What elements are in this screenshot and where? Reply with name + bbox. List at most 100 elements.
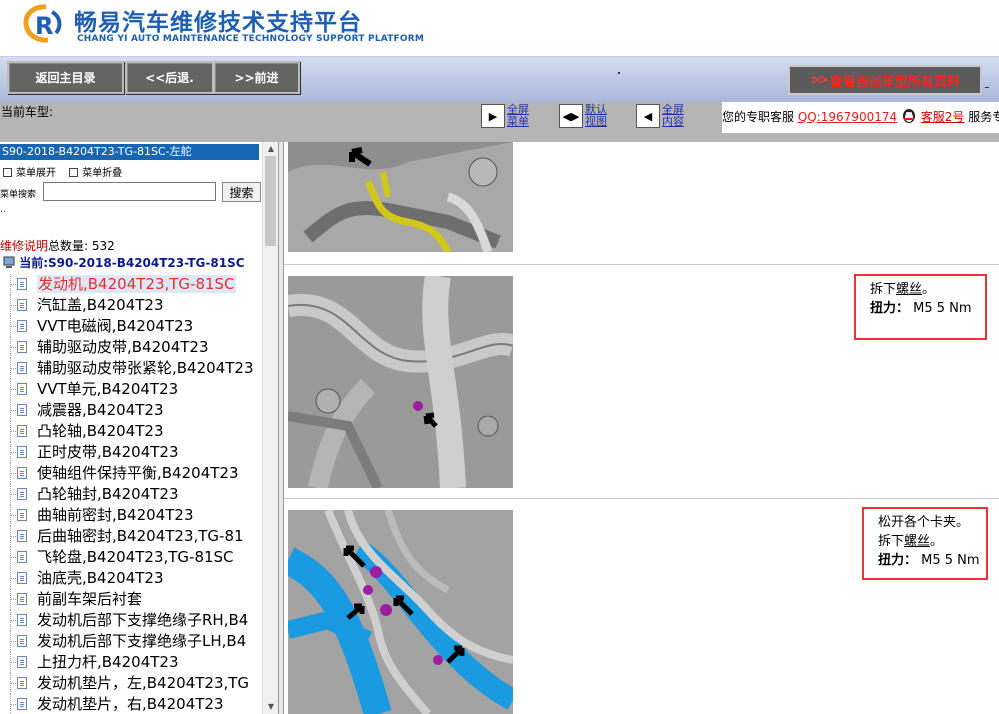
document-icon xyxy=(17,383,27,395)
nav-toolbar: 返回主目录 <<后退. >>前进 >> 查看当前车型所有资料 xyxy=(0,56,999,103)
tree-item-label: 飞轮盘,B4204T23,TG-81SC xyxy=(37,548,234,566)
search-button[interactable]: 搜索 xyxy=(222,182,261,202)
menu-expand-link[interactable]: 菜单展开 xyxy=(16,168,56,179)
home-button[interactable]: 返回主目录 xyxy=(7,61,124,94)
step2-screw-link[interactable]: 螺丝 xyxy=(896,282,922,297)
tree-item[interactable]: 减震器,B4204T23 xyxy=(0,400,262,421)
step2-note: 拆下螺丝。 扭力： M5 5 Nm xyxy=(854,274,987,340)
tree-item[interactable]: 辅助驱动皮带,B4204T23 xyxy=(0,337,262,358)
back-button[interactable]: <<后退. xyxy=(125,61,214,94)
site-subtitle: CHANG YI AUTO MAINTENANCE TECHNOLOGY SUP… xyxy=(77,34,425,44)
view-all-info-label: 查看当前车型所有资料 xyxy=(829,74,960,90)
tree-item[interactable]: 曲轴前密封,B4204T23 xyxy=(0,505,262,526)
tree-item[interactable]: 凸轮轴封,B4204T23 xyxy=(0,484,262,505)
fullscreen-menu-label-2: 菜单 xyxy=(507,115,529,128)
tree-item[interactable]: 前副车架后衬套 xyxy=(0,589,262,610)
fullscreen-content-icon: ◀ xyxy=(636,104,660,128)
fullscreen-content-button[interactable]: ◀ 全屏 内容 xyxy=(636,104,684,132)
count-row: 维修说明总数量: 532 xyxy=(0,237,115,254)
tree-item[interactable]: VVT电磁阀,B4204T23 xyxy=(0,316,262,337)
menu-collapse-link[interactable]: 菜单折叠 xyxy=(82,168,122,179)
document-icon xyxy=(17,299,27,311)
scroll-down-icon[interactable]: ▼ xyxy=(263,700,279,714)
search-input[interactable] xyxy=(43,182,216,201)
dots: .. xyxy=(0,204,7,215)
current-node[interactable]: 当前:S90-2018-B4204T23-TG-81SC xyxy=(3,254,245,271)
tree-item-label: 后曲轴密封,B4204T23,TG-81 xyxy=(37,527,244,545)
tree-item[interactable]: 正时皮带,B4204T23 xyxy=(0,442,262,463)
tree-item[interactable]: 后曲轴密封,B4204T23,TG-81 xyxy=(0,526,262,547)
tree-item-label: 凸轮轴封,B4204T23 xyxy=(37,485,179,503)
tree-item[interactable]: 发动机,B4204T23,TG-81SC xyxy=(0,274,262,295)
tree-item[interactable]: 辅助驱动皮带张紧轮,B4204T23 xyxy=(0,358,262,379)
document-icon xyxy=(17,446,27,458)
tree-item[interactable]: 油底壳,B4204T23 xyxy=(0,568,262,589)
document-icon xyxy=(17,530,27,542)
document-icon xyxy=(17,362,27,374)
service-kf-link[interactable]: 客服2号 xyxy=(921,110,965,124)
tree-item[interactable]: 凸轮轴,B4204T23 xyxy=(0,421,262,442)
tree-item-label: 前副车架后衬套 xyxy=(37,590,143,608)
step3-remove-text: 拆下 xyxy=(878,534,905,549)
fullscreen-menu-icon: ▶ xyxy=(481,104,505,128)
step3-loosen-clips-text: 松开各个卡夹。 xyxy=(878,515,970,530)
service-qq-link[interactable]: QQ:1967900174 xyxy=(798,110,897,124)
tree-item[interactable]: 汽缸盖,B4204T23 xyxy=(0,295,262,316)
service-suffix: 服务专 xyxy=(968,110,999,124)
step3-torque-value: M5 5 Nm xyxy=(921,553,980,568)
car-bar: 当前车型: ▶ 全屏 菜单 ◀▶ 默认 视图 ◀ 全屏 内容 您的专职客服 QQ:19… xyxy=(0,102,999,142)
tree-item[interactable]: 发动机垫片，右,B4204T23 xyxy=(0,694,262,714)
document-icon xyxy=(17,551,27,563)
tree-item[interactable]: 发动机垫片，左,B4204T23,TG xyxy=(0,673,262,694)
document-icon xyxy=(17,656,27,668)
current-car-label: 当前车型: xyxy=(1,105,54,119)
tree-item[interactable]: 飞轮盘,B4204T23,TG-81SC xyxy=(0,547,262,568)
tree-item-label: 使轴组件保持平衡,B4204T23 xyxy=(37,464,239,482)
collapse-checkbox-icon[interactable] xyxy=(69,168,79,177)
scroll-thumb[interactable] xyxy=(265,156,276,246)
repair-tree: 发动机,B4204T23,TG-81SC 汽缸盖,B4204T23 VVT电磁阀,B… xyxy=(0,274,262,714)
document-icon xyxy=(17,593,27,605)
step2-torque-label: 扭力： xyxy=(870,301,910,316)
document-icon xyxy=(17,467,27,479)
tree-item[interactable]: 上扭力杆,B4204T23 xyxy=(0,652,262,673)
tree-item-label: 汽缸盖,B4204T23 xyxy=(37,296,164,314)
step2-torque-value: M5 5 Nm xyxy=(913,301,972,316)
tree-item-label: 正时皮带,B4204T23 xyxy=(37,443,179,461)
current-value: S90-2018-B4204T23-TG-81SC xyxy=(48,256,245,270)
tree-item[interactable]: 使轴组件保持平衡,B4204T23 xyxy=(0,463,262,484)
scroll-up-icon[interactable]: ▲ xyxy=(263,142,279,156)
step-separator xyxy=(284,264,999,265)
current-prefix: 当前: xyxy=(19,256,48,270)
document-icon xyxy=(17,425,27,437)
document-icon xyxy=(17,341,27,353)
customer-service-bar: 您的专职客服 QQ:1967900174 客服2号 服务专 xyxy=(722,102,999,133)
step3-screw-link[interactable]: 螺丝 xyxy=(904,534,930,549)
expand-checkbox-icon[interactable] xyxy=(3,168,12,177)
count-value: 532 xyxy=(91,239,115,253)
default-view-button[interactable]: ◀▶ 默认 视图 xyxy=(559,104,607,132)
step3-illustration xyxy=(288,510,513,714)
fullscreen-menu-button[interactable]: ▶ 全屏 菜单 xyxy=(481,104,529,132)
tree-item-label: 凸轮轴,B4204T23 xyxy=(37,422,164,440)
svg-text:R: R xyxy=(35,12,53,40)
tree-item-label: 减震器,B4204T23 xyxy=(37,401,164,419)
tree-item-label: 发动机,B4204T23,TG-81SC xyxy=(37,275,236,293)
forward-button[interactable]: >>前进 xyxy=(213,61,300,94)
tree-item-label: VVT单元,B4204T23 xyxy=(37,380,179,398)
sidebar-scrollbar[interactable]: ▲ ▼ xyxy=(262,142,278,714)
toolbar-mark xyxy=(985,87,989,88)
tree-item[interactable]: 发动机后部下支撑绝缘子RH,B4 xyxy=(0,610,262,631)
tree-item[interactable]: 发动机后部下支撑绝缘子LH,B4 xyxy=(0,631,262,652)
step3-note: 松开各个卡夹。 拆下螺丝。 扭力： M5 5 Nm xyxy=(862,507,988,580)
computer-icon xyxy=(3,256,15,268)
site-title: 畅易汽车维修技术支持平台 xyxy=(74,10,362,36)
service-prefix: 您的专职客服 xyxy=(722,110,795,124)
default-view-label-2: 视图 xyxy=(585,115,607,128)
view-all-info-button[interactable]: >> 查看当前车型所有资料 xyxy=(788,65,982,95)
fullscreen-content-label-2: 内容 xyxy=(662,115,684,128)
tree-item[interactable]: VVT单元,B4204T23 xyxy=(0,379,262,400)
default-view-icon: ◀▶ xyxy=(559,104,583,128)
count-label: 总数量: xyxy=(48,239,89,253)
tree-item-label: 辅助驱动皮带,B4204T23 xyxy=(37,338,209,356)
